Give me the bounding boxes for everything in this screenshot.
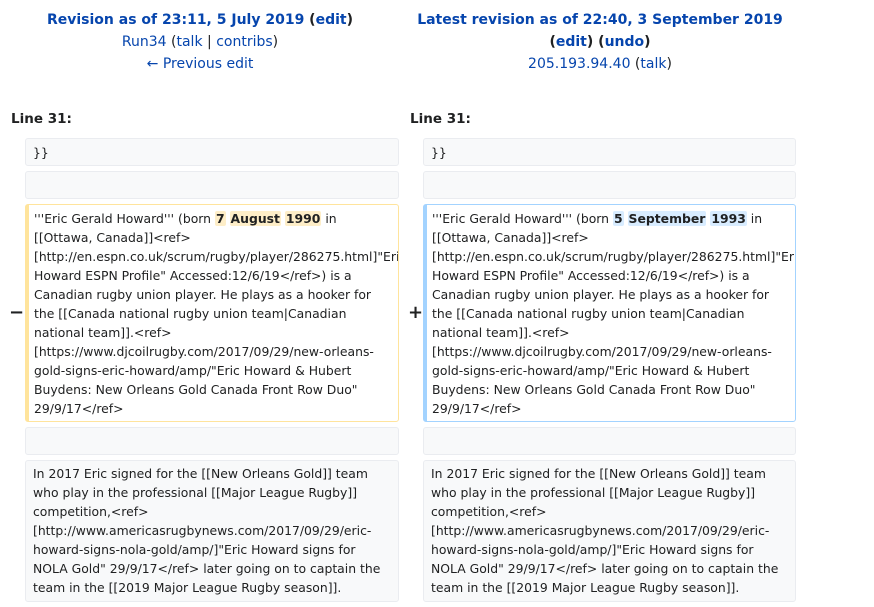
separator: | — [202, 34, 217, 50]
deleted-word-year: 1990 — [284, 211, 322, 226]
paren: ( — [166, 34, 177, 50]
previous-edit-link[interactable]: ← Previous edit — [147, 56, 254, 72]
empty-context-right-2 — [423, 427, 796, 455]
context-line-right: }} — [423, 138, 796, 166]
user-contribs-link[interactable]: contribs — [216, 34, 272, 50]
empty-context-left-2 — [25, 427, 399, 455]
undo-link[interactable]: undo — [605, 34, 645, 50]
deleted-line: '''Eric Gerald Howard''' (born 7 August … — [25, 204, 399, 422]
deleted-word-month: August — [229, 211, 281, 226]
paren: ( — [304, 12, 316, 28]
deleted-word-day: 7 — [214, 211, 226, 226]
new-revision-header: Latest revision as of 22:40, 3 September… — [400, 9, 800, 75]
line-number-right: Line 31: — [410, 111, 471, 127]
old-revision-link[interactable]: Revision as of 23:11, 5 July 2019 — [47, 12, 304, 28]
added-text-rest: in [[Ottawa, Canada]]<ref>[http://en.esp… — [432, 211, 796, 416]
paren: ( — [630, 56, 641, 72]
plus-marker: + — [408, 302, 424, 323]
user-talk-link[interactable]: talk — [176, 34, 202, 50]
new-revision-link[interactable]: Latest revision as of 22:40, 3 September… — [417, 12, 783, 28]
empty-context-right — [423, 171, 796, 199]
ip-user-link[interactable]: 205.193.94.40 — [528, 56, 630, 72]
context-paragraph-right: In 2017 Eric signed for the [[New Orlean… — [423, 460, 796, 602]
line-number-left: Line 31: — [11, 111, 72, 127]
user-link[interactable]: Run34 — [122, 34, 167, 50]
added-word-year: 1993 — [710, 211, 747, 226]
context-line-left: }} — [25, 138, 399, 166]
added-word-month: September — [627, 211, 707, 226]
paren: ) — [272, 34, 279, 50]
old-revision-title: Revision as of 23:11, 5 July 2019 (edit) — [0, 9, 400, 31]
old-revision-edit-link[interactable]: edit — [316, 12, 347, 28]
deleted-text: '''Eric Gerald Howard''' (born — [34, 211, 215, 226]
new-revision-actions: (edit) (undo) — [400, 31, 800, 53]
paren: ) — [644, 34, 651, 50]
added-word-day: 5 — [612, 211, 624, 226]
deleted-text-rest: in [[Ottawa, Canada]]<ref>[http://en.esp… — [34, 211, 399, 416]
added-text: '''Eric Gerald Howard''' (born — [432, 211, 613, 226]
added-line: '''Eric Gerald Howard''' (born 5 Septemb… — [423, 204, 796, 422]
minus-marker: − — [9, 302, 25, 323]
new-revision-edit-link[interactable]: edit — [556, 34, 587, 50]
old-revision-user-line: Run34 (talk | contribs) — [0, 31, 400, 53]
paren: ) — [666, 56, 672, 72]
ip-talk-link[interactable]: talk — [640, 56, 666, 72]
context-paragraph-left: In 2017 Eric signed for the [[New Orlean… — [25, 460, 399, 602]
old-revision-header: Revision as of 23:11, 5 July 2019 (edit)… — [0, 9, 400, 75]
paren: ) — [346, 12, 354, 28]
empty-context-left — [25, 171, 399, 199]
